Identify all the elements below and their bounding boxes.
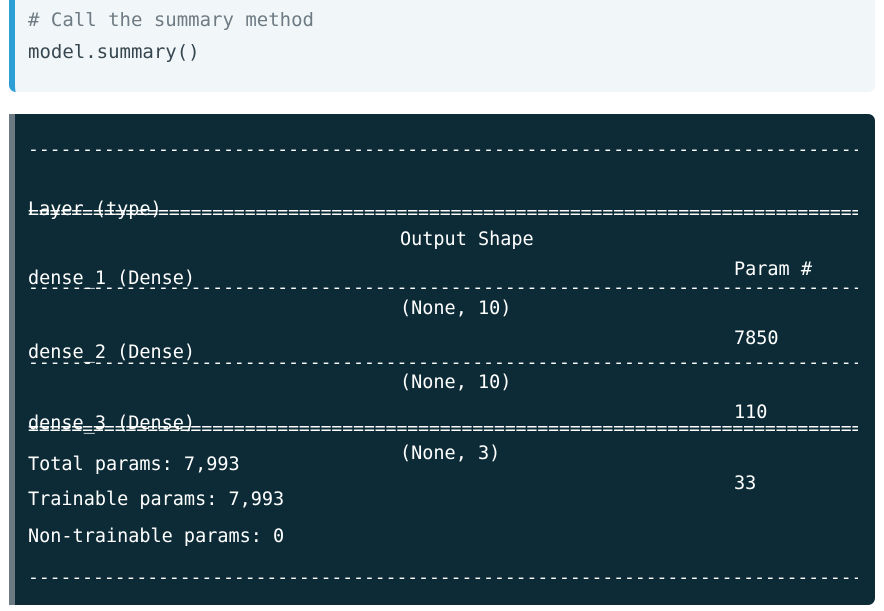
- table-header-row: Layer (type) Output Shape Param #: [28, 165, 873, 280]
- code-call-line: model.summary(): [28, 41, 200, 63]
- separator-dash-row: ----------------------------------------…: [28, 277, 858, 298]
- code-input-cell[interactable]: # Call the summary method model.summary(…: [9, 0, 875, 92]
- code-comment-line: # Call the summary method: [28, 9, 314, 31]
- separator-equals-footer: ========================================…: [28, 418, 858, 439]
- separator-dash-row: ----------------------------------------…: [28, 352, 858, 373]
- trainable-params-text: Trainable params: 7,993: [28, 489, 285, 510]
- separator-dash-top: ----------------------------------------…: [28, 139, 858, 160]
- non-trainable-params-text: Non-trainable params: 0: [28, 526, 285, 547]
- total-params-text: Total params: 7,993: [28, 454, 240, 475]
- separator-dash-bottom: ----------------------------------------…: [28, 567, 858, 588]
- table-row: dense_3 (Dense) (None, 3) 33: [28, 379, 873, 494]
- output-cell: ----------------------------------------…: [9, 114, 875, 605]
- table-row: dense_2 (Dense) (None, 10) 110: [28, 308, 873, 423]
- table-row: dense_1 (Dense) (None, 10) 7850: [28, 234, 873, 349]
- separator-equals-header: ========================================…: [28, 202, 858, 223]
